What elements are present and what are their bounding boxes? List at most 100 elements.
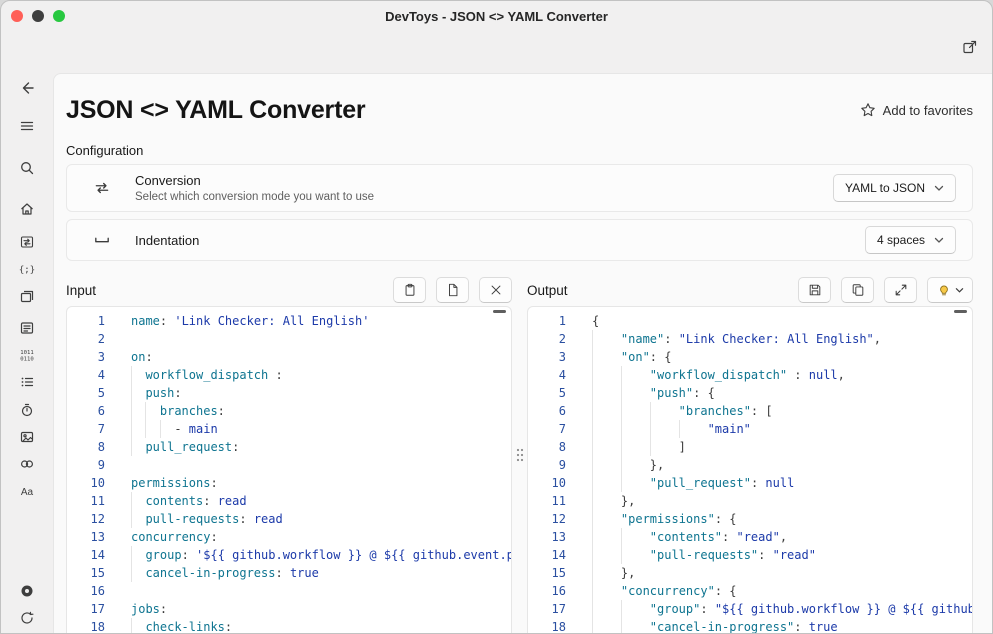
line-number: 18 [67, 618, 105, 634]
converters-icon[interactable] [19, 234, 35, 250]
output-editor[interactable]: 1{2"name": "Link Checker: All English",3… [527, 306, 973, 634]
input-panel: Input 1 [66, 277, 512, 634]
line-number: 9 [528, 456, 566, 474]
copy-button[interactable] [841, 277, 874, 303]
home-icon[interactable] [19, 201, 35, 217]
save-button[interactable] [798, 277, 831, 303]
traffic-lights [11, 10, 65, 22]
code-text: "permissions": { [592, 510, 737, 528]
indentation-dropdown[interactable]: 4 spaces [865, 226, 956, 254]
svg-text:0110: 0110 [20, 357, 33, 363]
file-icon [446, 283, 460, 297]
line-number: 1 [528, 312, 566, 330]
code-line: 14group: '${{ github.workflow }} @ ${{ g… [67, 546, 511, 564]
detach-window-icon[interactable] [962, 39, 978, 55]
expand-button[interactable] [884, 277, 917, 303]
code-line: 3on: [67, 348, 511, 366]
svg-text:1011: 1011 [20, 350, 33, 356]
input-editor[interactable]: 1name: 'Link Checker: All English'23on:4… [66, 306, 512, 634]
code-line: 18check-links: [67, 618, 511, 634]
line-number: 6 [528, 402, 566, 420]
line-number: 10 [528, 474, 566, 492]
lightbulb-icon [937, 283, 951, 297]
code-line: 6 "branches": [ [528, 402, 972, 420]
smart-output-button[interactable] [927, 277, 973, 303]
timer-icon[interactable] [19, 402, 35, 418]
code-line: 5push: [67, 384, 511, 402]
svg-text:Aa: Aa [21, 487, 34, 498]
graphic-tools-icon[interactable] [19, 320, 35, 336]
clear-input-button[interactable] [479, 277, 512, 303]
minimize-window-button[interactable] [32, 10, 44, 22]
paste-button[interactable] [393, 277, 426, 303]
chain-links-icon[interactable] [19, 456, 35, 472]
line-number: 12 [67, 510, 105, 528]
code-text: "main" [592, 420, 751, 438]
open-file-button[interactable] [436, 277, 469, 303]
code-line: 13 concurrency: [67, 528, 511, 546]
list-formatters-icon[interactable] [19, 374, 35, 390]
code-line: 8pull_request: [67, 438, 511, 456]
code-line: 4workflow_dispatch : [67, 366, 511, 384]
add-to-favorites-label: Add to favorites [883, 103, 973, 118]
copy-icon [851, 283, 865, 297]
line-number: 18 [528, 618, 566, 634]
scrollbar-thumb[interactable] [493, 310, 506, 313]
text-tools-icon[interactable]: Aa [19, 483, 35, 499]
save-icon [808, 283, 822, 297]
code-text: concurrency: [131, 528, 218, 546]
line-number: 11 [528, 492, 566, 510]
update-refresh-icon[interactable] [19, 610, 35, 626]
code-text: }, [592, 564, 635, 582]
scrollbar-thumb[interactable] [954, 310, 967, 313]
code-text: ] [592, 438, 686, 456]
code-line: 2 [67, 330, 511, 348]
image-tools-icon[interactable] [19, 429, 35, 445]
conversion-mode-dropdown[interactable]: YAML to JSON [833, 174, 956, 202]
code-line: 3"on": { [528, 348, 972, 366]
code-line: 8] [528, 438, 972, 456]
code-text: pull_request: [131, 438, 239, 456]
record-dot-icon[interactable] [19, 583, 35, 599]
top-strip [53, 31, 992, 73]
code-text: "name": "Link Checker: All English", [592, 330, 881, 348]
code-text: on: [131, 348, 153, 366]
output-label: Output [527, 283, 568, 298]
generators-icon[interactable] [19, 288, 35, 304]
star-icon [860, 102, 876, 118]
code-text: { [592, 312, 599, 330]
code-line: 14"pull-requests": "read" [528, 546, 972, 564]
code-text: jobs: [131, 600, 167, 618]
line-number: 10 [67, 474, 105, 492]
menu-hamburger-icon[interactable] [19, 118, 35, 134]
encoders-decoders-icon[interactable]: {;} [19, 261, 35, 277]
search-icon[interactable] [19, 160, 35, 176]
window-title: DevToys - JSON <> YAML Converter [385, 9, 608, 24]
binary-testers-icon[interactable]: 10110110 [19, 347, 35, 363]
indentation-card: Indentation 4 spaces [66, 219, 973, 261]
code-text: branches: [131, 402, 225, 420]
indentation-icon [93, 231, 111, 249]
line-number: 17 [528, 600, 566, 618]
code-text: "push": { [592, 384, 715, 402]
code-line: 12"permissions": { [528, 510, 972, 528]
line-number: 14 [528, 546, 566, 564]
conversion-subtitle: Select which conversion mode you want to… [135, 191, 374, 203]
code-line: 15cancel-in-progress: true [67, 564, 511, 582]
panel-splitter[interactable] [512, 277, 527, 634]
line-number: 5 [67, 384, 105, 402]
svg-text:{;}: {;} [19, 266, 35, 276]
chevron-down-icon [934, 185, 944, 192]
code-text: "workflow_dispatch" : null, [592, 366, 845, 384]
back-arrow-icon[interactable] [19, 80, 35, 96]
line-number: 7 [67, 420, 105, 438]
zoom-window-button[interactable] [53, 10, 65, 22]
line-number: 6 [67, 402, 105, 420]
configuration-section-label: Configuration [66, 143, 973, 158]
line-number: 13 [67, 528, 105, 546]
close-window-button[interactable] [11, 10, 23, 22]
code-text: workflow_dispatch : [131, 366, 283, 384]
code-text: "branches": [ [592, 402, 773, 420]
code-line: 16"concurrency": { [528, 582, 972, 600]
add-to-favorites-button[interactable]: Add to favorites [860, 102, 973, 118]
